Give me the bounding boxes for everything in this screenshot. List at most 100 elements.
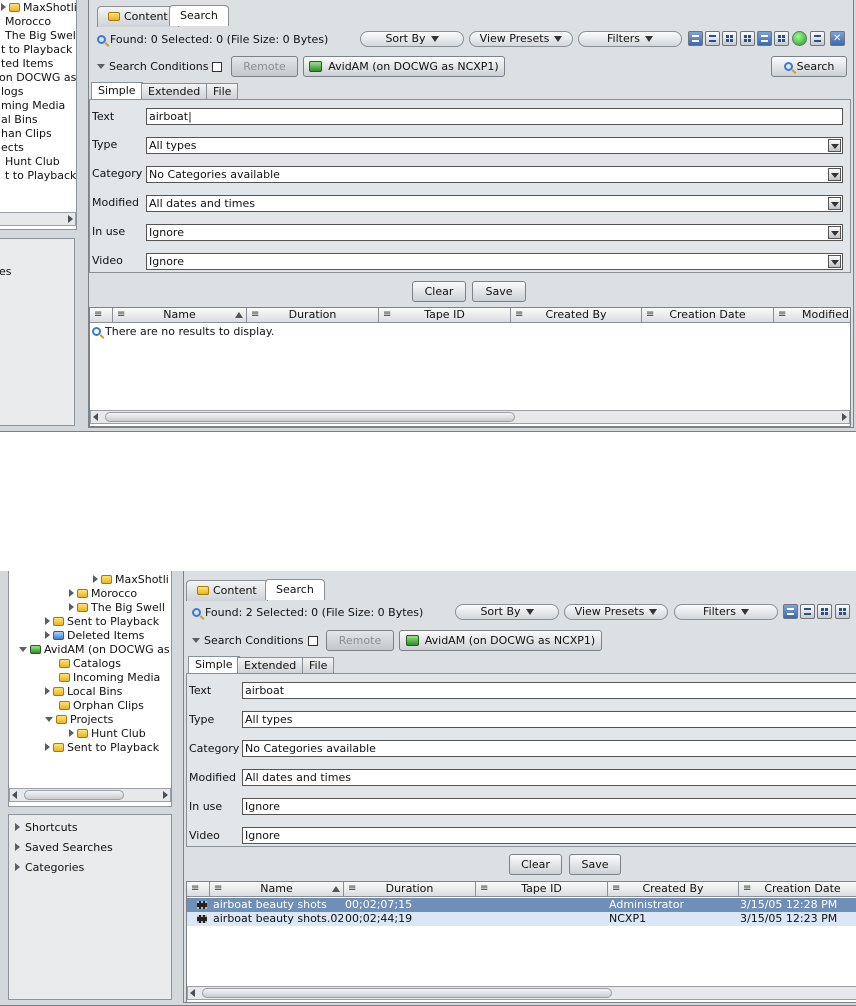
thumbnail-view-icon[interactable] <box>722 31 737 46</box>
tree-item-sent-to-playback-2[interactable]: t to Playback <box>5 169 76 183</box>
subtab-simple[interactable]: Simple <box>91 82 143 99</box>
tree-item-local-bins[interactable]: Local Bins <box>45 685 122 699</box>
video-select[interactable]: Ignore <box>242 827 856 844</box>
subtab-simple[interactable]: Simple <box>188 656 240 673</box>
remote-button[interactable]: Remote <box>326 630 394 651</box>
sort-by-dropdown[interactable]: Sort By <box>455 604 559 620</box>
tree-item-projects[interactable]: Projects <box>45 713 113 727</box>
subtab-extended[interactable]: Extended <box>141 83 208 99</box>
server-selector-button[interactable]: AvidAM (on DOCWG as NCXP1) <box>399 630 602 651</box>
expand-arrow-icon[interactable] <box>69 603 74 611</box>
expand-arrow-icon[interactable] <box>45 631 50 639</box>
tree-item-orphan-clips[interactable]: han Clips <box>1 127 52 141</box>
category-select[interactable]: No Categories available <box>146 166 843 183</box>
tree-item-local-bins[interactable]: al Bins <box>1 113 38 127</box>
tree-item-hunt-club[interactable]: Hunt Club <box>5 155 60 169</box>
filters-dropdown[interactable]: Filters <box>578 31 682 47</box>
column-header-created-by[interactable]: ≡ Created By <box>511 308 642 323</box>
text-input[interactable]: airboat| <box>146 108 843 125</box>
frame-view-icon[interactable] <box>740 31 755 46</box>
details-view-icon[interactable] <box>800 604 815 619</box>
column-menu[interactable]: ≡ <box>187 882 210 897</box>
tree-item-avidam[interactable]: on DOCWG as N <box>0 71 76 85</box>
close-icon[interactable] <box>830 31 845 46</box>
table-row[interactable]: airboat beauty shots 00;02;07;15 Adminis… <box>187 898 856 912</box>
scrollbar-thumb[interactable] <box>105 412 515 422</box>
text-input[interactable]: airboat <box>242 682 856 699</box>
tree-item-catalogs[interactable]: Catalogs <box>59 657 121 671</box>
expand-arrow-icon[interactable] <box>69 589 74 597</box>
tree-item-maxshotli[interactable]: MaxShotli <box>1 1 76 15</box>
save-button[interactable]: Save <box>472 281 526 302</box>
tree-item-big-swell[interactable]: The Big Swell <box>5 29 76 43</box>
type-select[interactable]: All types <box>146 137 843 154</box>
side-item-saved-searches[interactable]: Saved Searches <box>15 841 113 854</box>
tree-item-avidam[interactable]: AvidAM (on DOCWG as N <box>19 643 171 657</box>
tree-item-deleted-items[interactable]: ted Items <box>1 57 53 71</box>
expand-arrow-icon[interactable] <box>15 863 20 871</box>
column-header-name[interactable]: ≡ Name <box>113 308 247 323</box>
scrollbar-thumb[interactable] <box>202 988 612 998</box>
modified-select[interactable]: All dates and times <box>242 769 856 786</box>
tree-item-projects[interactable]: ects <box>1 141 24 155</box>
tab-search[interactable]: Search <box>169 5 229 26</box>
script-view-icon[interactable] <box>757 31 772 46</box>
search-conditions-checkbox[interactable] <box>308 636 318 646</box>
column-header-duration[interactable]: ≡ Duration <box>247 308 379 323</box>
tab-content[interactable]: Content <box>186 580 268 601</box>
tree-item-hunt-club[interactable]: Hunt Club <box>69 727 146 741</box>
expand-arrow-icon[interactable] <box>15 843 20 851</box>
tab-search[interactable]: Search <box>265 579 325 600</box>
scroll-left-icon[interactable] <box>93 413 98 421</box>
subtab-file[interactable]: File <box>302 657 335 673</box>
clear-button[interactable]: Clear <box>509 854 562 875</box>
view-presets-dropdown[interactable]: View Presets <box>469 31 573 47</box>
tab-content[interactable]: Content <box>97 6 179 27</box>
collapse-arrow-icon[interactable] <box>19 647 27 652</box>
list-view-icon[interactable] <box>688 31 703 46</box>
scroll-left-icon[interactable] <box>190 989 195 997</box>
tree-item-incoming-media[interactable]: ming Media <box>1 99 65 113</box>
side-item-shortcuts[interactable]: Shortcuts <box>15 821 78 834</box>
dropdown-arrow-icon[interactable] <box>828 197 841 210</box>
dropdown-arrow-icon[interactable] <box>828 139 841 152</box>
view-presets-dropdown[interactable]: View Presets <box>564 604 668 620</box>
tree-item-deleted-items[interactable]: Deleted Items <box>45 629 144 643</box>
category-select[interactable]: No Categories available <box>242 740 856 757</box>
column-header-modified[interactable]: ≡ Modified <box>774 308 850 323</box>
dropdown-arrow-icon[interactable] <box>828 168 841 181</box>
scroll-right-icon[interactable] <box>163 791 168 799</box>
column-header-duration[interactable]: ≡ Duration <box>344 882 476 897</box>
video-select[interactable]: Ignore <box>146 253 843 270</box>
collapse-arrow-icon[interactable] <box>45 717 53 722</box>
subtab-file[interactable]: File <box>206 83 239 99</box>
tree-item-catalogs[interactable]: logs <box>1 85 24 99</box>
list-view-icon[interactable] <box>783 604 798 619</box>
sort-by-dropdown[interactable]: Sort By <box>360 31 464 47</box>
results-horizontal-scrollbar[interactable] <box>90 410 850 424</box>
side-item-categories[interactable]: Categories <box>15 861 84 874</box>
in-use-select[interactable]: Ignore <box>242 798 856 815</box>
type-select[interactable]: All types <box>242 711 856 728</box>
export-icon[interactable] <box>810 31 825 46</box>
tree-item-sent-to-playback[interactable]: Sent to Playback <box>45 615 159 629</box>
frame-view-icon[interactable] <box>835 604 850 619</box>
filters-dropdown[interactable]: Filters <box>674 604 778 620</box>
search-button[interactable]: Search <box>771 56 847 77</box>
scrollbar-thumb[interactable] <box>24 790 124 800</box>
column-header-tape-id[interactable]: ≡ Tape ID <box>379 308 511 323</box>
search-conditions-toggle[interactable]: Search Conditions <box>192 634 304 647</box>
subtab-extended[interactable]: Extended <box>237 657 304 673</box>
scroll-right-icon[interactable] <box>68 215 73 223</box>
tree-item-morocco[interactable]: Morocco <box>69 587 137 601</box>
column-header-name[interactable]: ≡ Name <box>210 882 344 897</box>
side-item-fragment[interactable]: es <box>0 265 12 278</box>
expand-arrow-icon[interactable] <box>69 729 74 737</box>
tree-horizontal-scrollbar[interactable] <box>9 788 171 802</box>
column-header-creation-date[interactable]: ≡ Creation Date <box>739 882 856 897</box>
column-header-creation-date[interactable]: ≡ Creation Date <box>642 308 774 323</box>
expand-arrow-icon[interactable] <box>15 823 20 831</box>
table-row[interactable]: airboat beauty shots.02 00;02;44;19 NCXP… <box>187 912 856 926</box>
server-selector-button[interactable]: AvidAM (on DOCWG as NCXP1) <box>303 56 505 77</box>
column-header-created-by[interactable]: ≡ Created By <box>608 882 739 897</box>
